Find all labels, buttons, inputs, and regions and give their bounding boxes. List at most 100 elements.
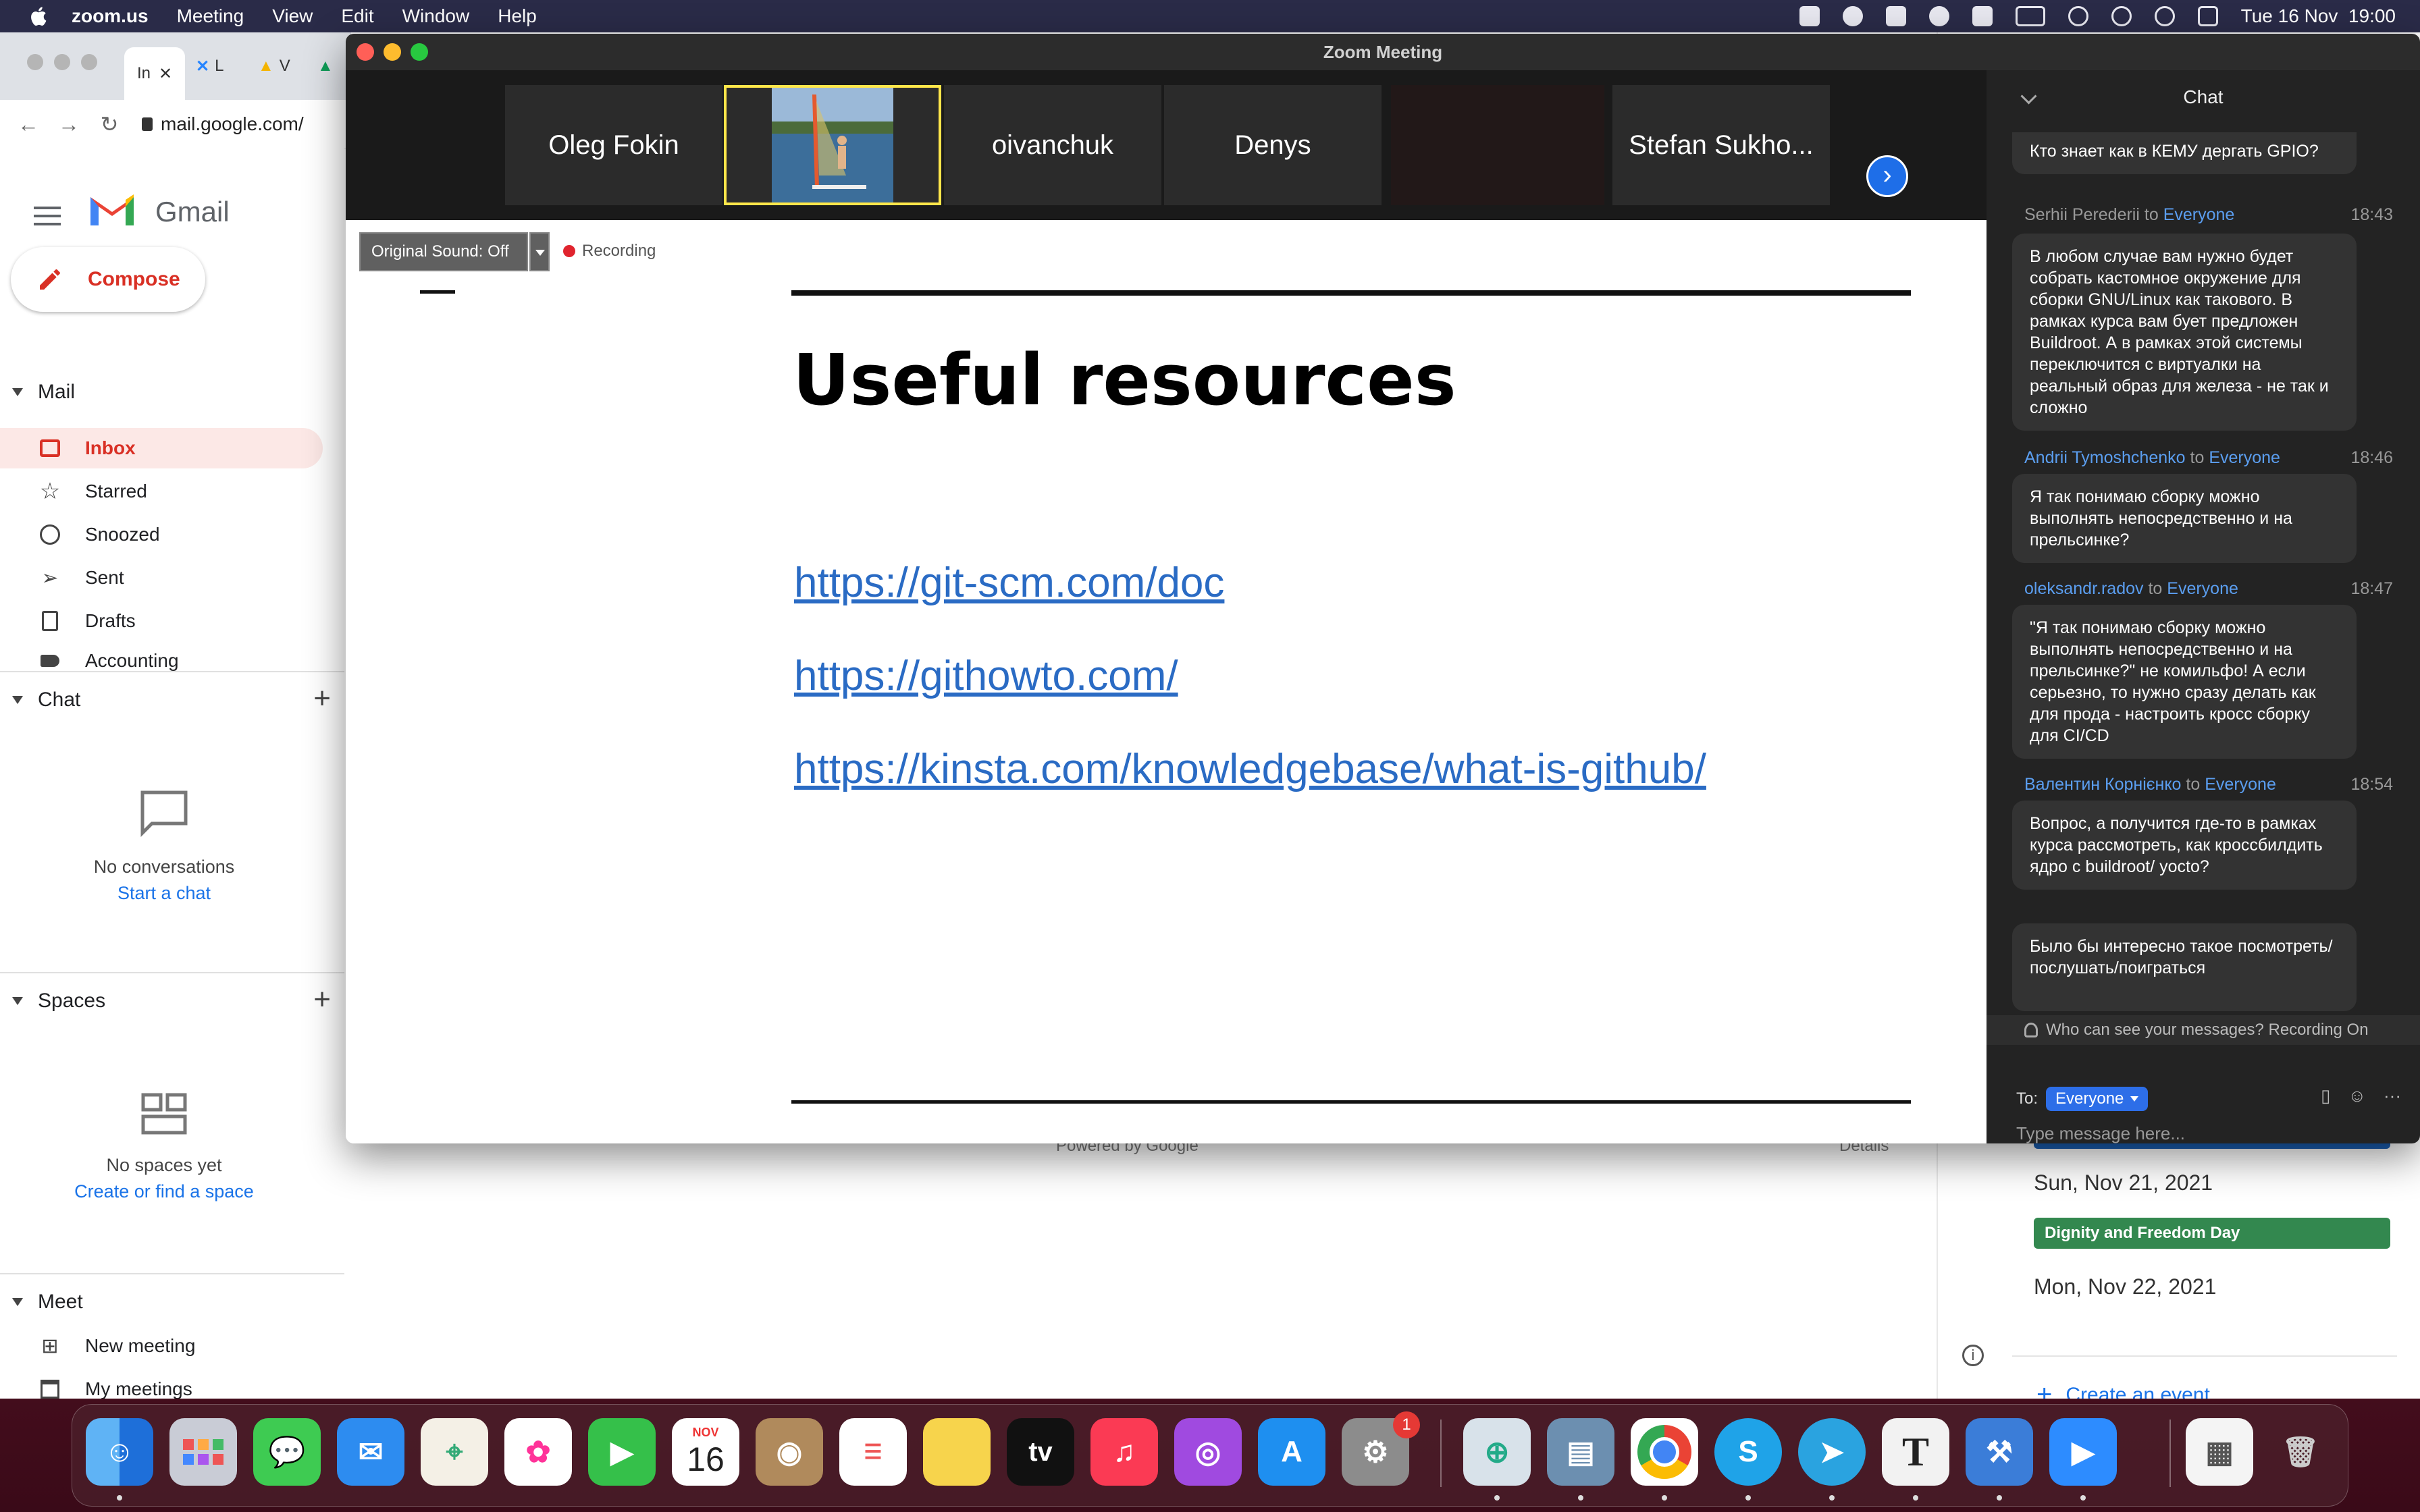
nav-starred[interactable]: ☆ Starred xyxy=(0,471,323,512)
sender-name[interactable]: Валентин Корнієнко xyxy=(2024,775,2181,794)
who-can-see-bar[interactable]: Who can see your messages? Recording On xyxy=(1987,1015,2420,1045)
participant-tile[interactable]: Denys xyxy=(1164,85,1382,205)
menu-view[interactable]: View xyxy=(272,5,313,27)
zoom-app-icon[interactable]: ▶ xyxy=(2049,1418,2117,1486)
mail-icon[interactable]: ✉ xyxy=(337,1418,404,1486)
notes-icon[interactable] xyxy=(923,1418,991,1486)
create-event-button[interactable]: + Create an event xyxy=(2036,1380,2210,1399)
meet-section-toggle[interactable]: Meet xyxy=(12,1291,83,1314)
chat-message-input[interactable]: Type message here... xyxy=(2016,1123,2185,1143)
maps-icon[interactable]: ⌖ xyxy=(421,1418,488,1486)
menu-window[interactable]: Window xyxy=(402,5,470,27)
finder-icon[interactable]: ☺ xyxy=(86,1418,153,1486)
messages-icon[interactable]: 💬 xyxy=(253,1418,321,1486)
info-icon[interactable]: i xyxy=(1962,1345,1984,1366)
more-icon[interactable]: ··· xyxy=(2384,1085,2401,1106)
nav-my-meetings[interactable]: My meetings xyxy=(0,1369,323,1399)
recipient[interactable]: Everyone xyxy=(2209,448,2280,467)
original-sound-button[interactable]: Original Sound: Off xyxy=(359,232,528,271)
calendar-event[interactable]: Dignity and Freedom Day xyxy=(2034,1218,2390,1249)
chevron-down-icon[interactable] xyxy=(529,232,550,271)
slide-link[interactable]: https://git-scm.com/doc xyxy=(794,559,1224,607)
contacts-icon[interactable]: ◉ xyxy=(756,1418,823,1486)
recipient[interactable]: Everyone xyxy=(2205,775,2276,794)
start-chat-link[interactable]: Start a chat xyxy=(0,883,328,904)
podcasts-icon[interactable]: ◎ xyxy=(1174,1418,1242,1486)
menu-app-name[interactable]: zoom.us xyxy=(72,5,149,27)
sender-name[interactable]: oleksandr.radov xyxy=(2024,579,2144,598)
participant-tile[interactable]: Stefan Sukho... xyxy=(1612,85,1830,205)
xcode-icon[interactable]: ⚒ xyxy=(1966,1418,2033,1486)
mail-section-toggle[interactable]: Mail xyxy=(12,381,75,404)
profile-status-icon[interactable] xyxy=(1928,6,1949,26)
file-icon[interactable]: ▯ xyxy=(2321,1085,2330,1106)
apple-tv-icon[interactable]: tv xyxy=(1007,1418,1074,1486)
control-center-icon[interactable] xyxy=(2197,6,2218,26)
back-icon[interactable]: ← xyxy=(16,112,41,136)
battery-icon[interactable] xyxy=(2015,6,2045,26)
nav-new-meeting[interactable]: ⊞ New meeting xyxy=(0,1326,323,1366)
slide-link[interactable]: https://kinsta.com/knowledgebase/what-is… xyxy=(794,745,1706,793)
compose-button[interactable]: Compose xyxy=(11,247,205,312)
menubar-clock[interactable]: Tue 16 Nov 19:00 xyxy=(2241,5,2396,27)
reminders-icon[interactable]: ☰ xyxy=(839,1418,907,1486)
sender-name[interactable]: Serhii Perederii xyxy=(2024,205,2140,224)
new-chat-plus-icon[interactable]: + xyxy=(313,682,331,716)
create-space-link[interactable]: Create or find a space xyxy=(0,1181,328,1202)
skype-icon[interactable]: S xyxy=(1714,1418,1782,1486)
slide-link[interactable]: https://githowto.com/ xyxy=(794,652,1178,700)
tab-confluence[interactable]: ✕ L xyxy=(196,53,223,80)
tab-gmail[interactable]: In ✕ xyxy=(124,47,185,100)
telegram-status-icon[interactable] xyxy=(1842,6,1863,26)
typora-icon[interactable]: T xyxy=(1882,1418,1949,1486)
recipient[interactable]: Everyone xyxy=(2167,579,2238,598)
wifi-icon[interactable] xyxy=(2068,6,2088,26)
close-window-button[interactable] xyxy=(27,54,43,70)
minimize-window-button[interactable] xyxy=(384,43,401,61)
recipient[interactable]: Everyone xyxy=(2163,205,2235,224)
tab-drive[interactable]: ▲ V xyxy=(258,53,290,80)
new-space-plus-icon[interactable]: + xyxy=(313,983,331,1017)
zoom-window-button[interactable] xyxy=(81,54,97,70)
user-switch-icon[interactable] xyxy=(2111,6,2132,26)
participant-tile[interactable]: Oleg Fokin xyxy=(505,85,722,205)
gmail-logo-icon[interactable] xyxy=(88,190,136,228)
participant-video-tile[interactable] xyxy=(724,85,941,205)
main-menu-icon[interactable] xyxy=(34,201,61,231)
recording-indicator[interactable]: Recording xyxy=(563,242,656,261)
launchpad-icon[interactable] xyxy=(169,1418,237,1486)
next-participants-button[interactable]: › xyxy=(1866,155,1908,197)
calendar-app-icon[interactable]: NOV 16 xyxy=(672,1418,739,1486)
tab-drive-2[interactable]: ▲ xyxy=(317,53,334,80)
zoom-status-icon[interactable] xyxy=(1799,6,1820,26)
recipient-dropdown[interactable]: Everyone xyxy=(2046,1087,2149,1111)
participant-tile[interactable]: oivanchuk xyxy=(944,85,1161,205)
zoom-window-button[interactable] xyxy=(411,43,428,61)
nav-sent[interactable]: ➢ Sent xyxy=(0,558,323,598)
menu-meeting[interactable]: Meeting xyxy=(177,5,244,27)
forward-icon[interactable]: → xyxy=(57,112,81,136)
close-tab-icon[interactable]: ✕ xyxy=(159,64,172,84)
menu-help[interactable]: Help xyxy=(498,5,537,27)
preview-icon[interactable]: ▤ xyxy=(1547,1418,1614,1486)
spotlight-search-icon[interactable] xyxy=(2154,6,2175,26)
reload-icon[interactable]: ↻ xyxy=(97,112,122,136)
minimize-window-button[interactable] xyxy=(54,54,70,70)
chrome-icon[interactable] xyxy=(1631,1418,1698,1486)
nav-drafts[interactable]: Drafts xyxy=(0,601,323,641)
nav-snoozed[interactable]: Snoozed xyxy=(0,514,323,555)
documents-stack-icon[interactable]: ▦ xyxy=(2186,1418,2253,1486)
keyboard-input-icon[interactable] xyxy=(1972,6,1993,26)
check-status-icon[interactable] xyxy=(1885,6,1906,26)
nav-accounting[interactable]: Accounting xyxy=(0,644,323,678)
url-field[interactable]: mail.google.com/ xyxy=(142,113,304,135)
photos-icon[interactable]: ✿ xyxy=(504,1418,572,1486)
emoji-icon[interactable]: ☺ xyxy=(2348,1085,2366,1106)
nav-inbox[interactable]: Inbox xyxy=(0,428,323,468)
chat-section-toggle[interactable]: Chat xyxy=(12,688,80,711)
music-icon[interactable]: ♫ xyxy=(1090,1418,1158,1486)
telegram-icon[interactable]: ➤ xyxy=(1798,1418,1866,1486)
apple-icon[interactable] xyxy=(27,4,51,28)
close-window-button[interactable] xyxy=(357,43,374,61)
menu-edit[interactable]: Edit xyxy=(341,5,373,27)
